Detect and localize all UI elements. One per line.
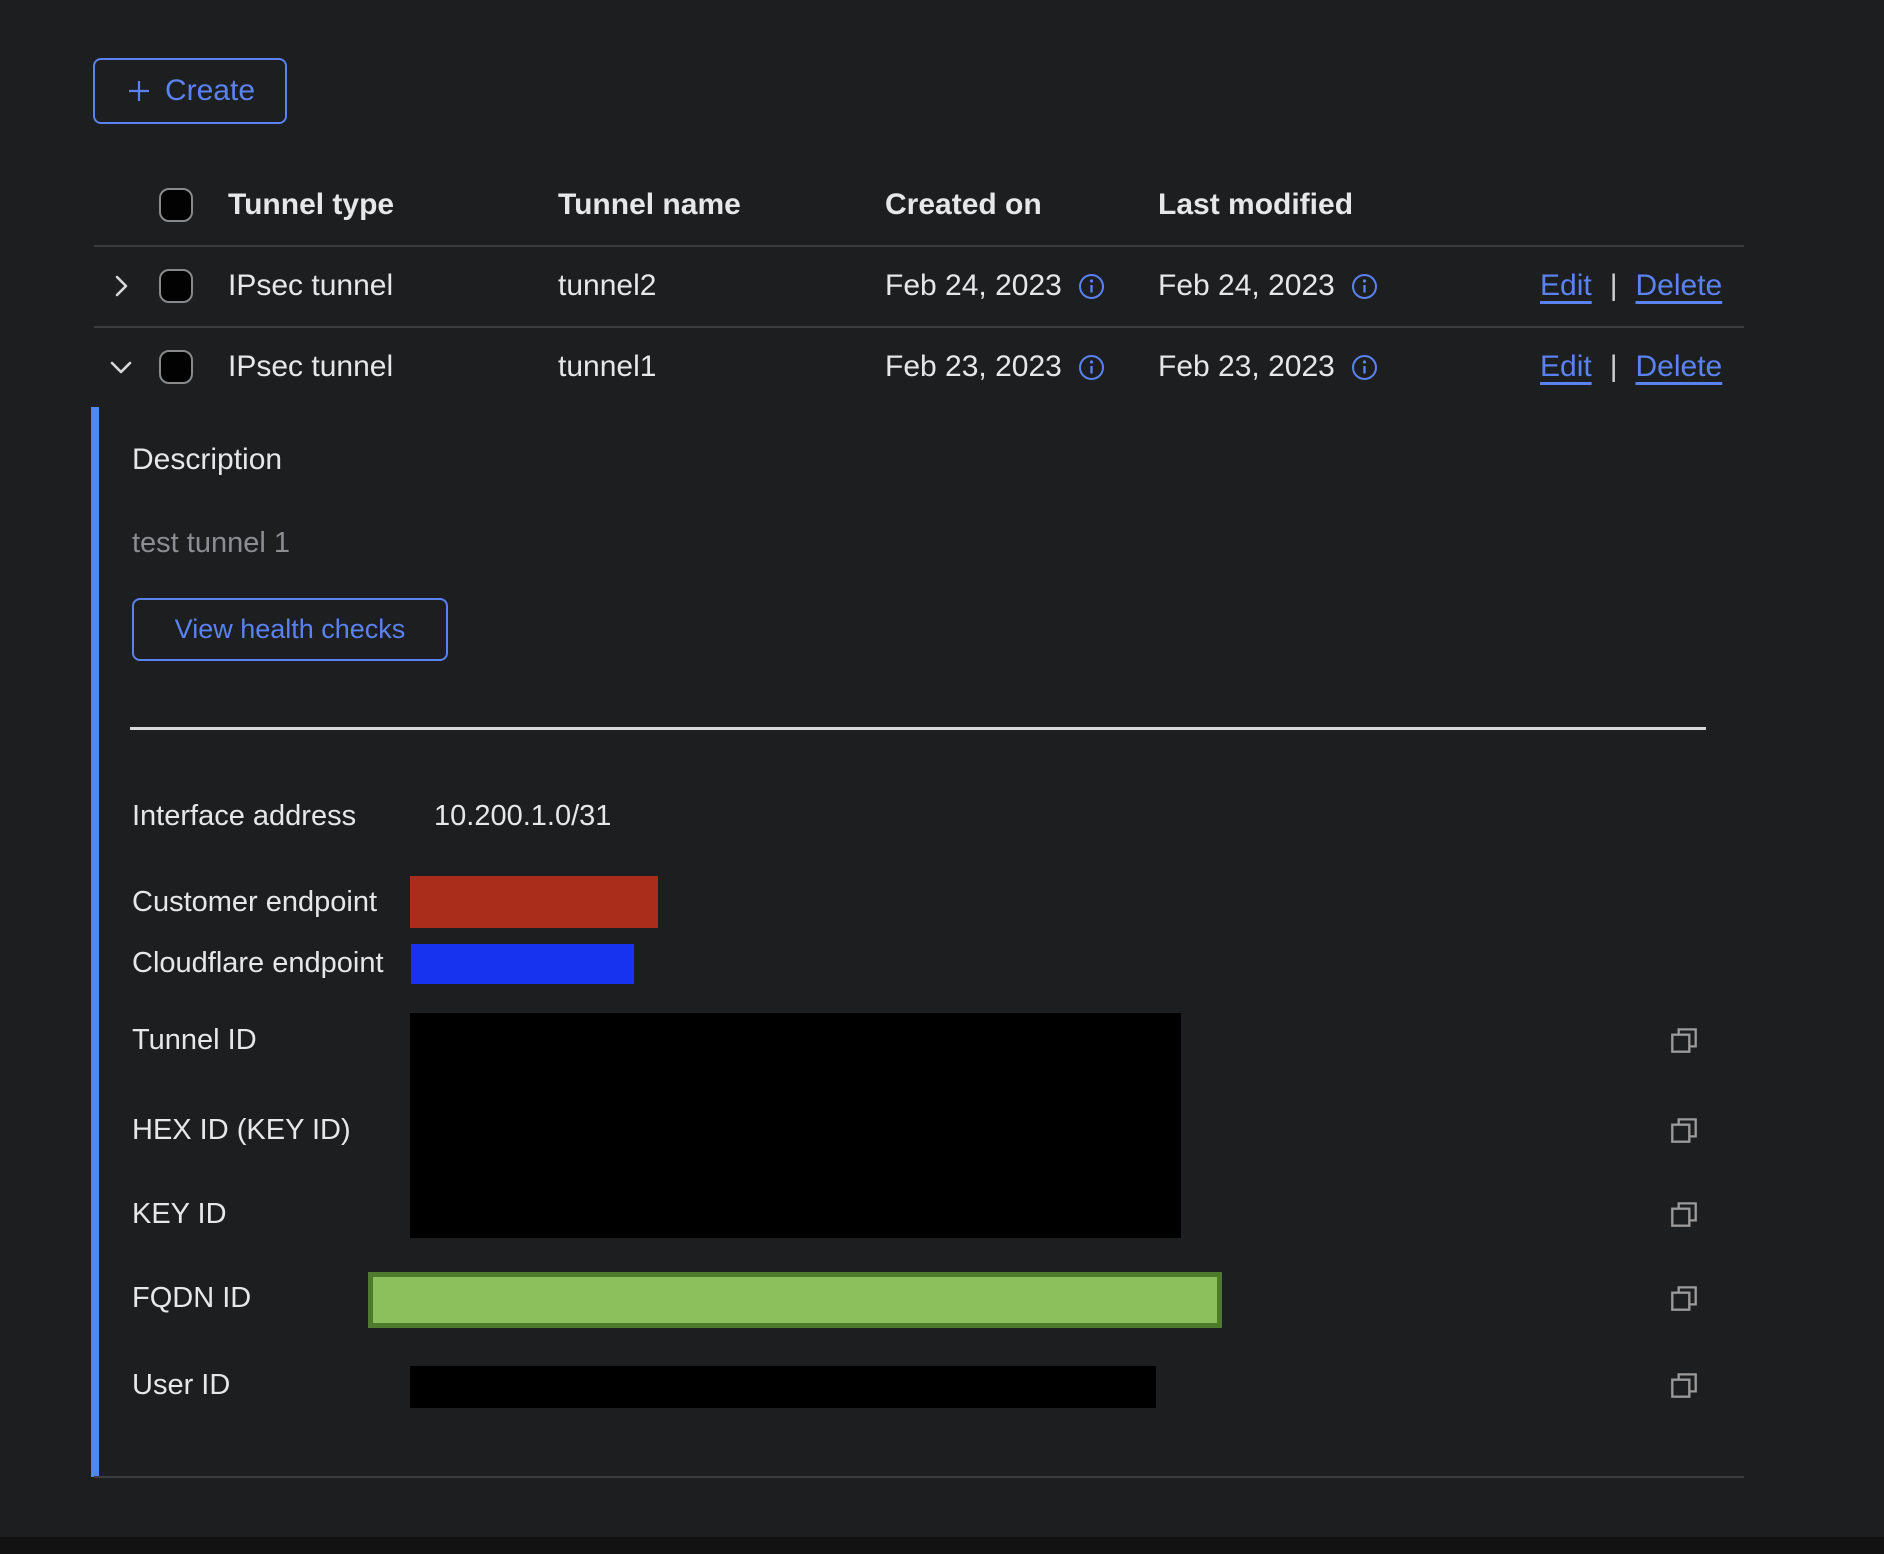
edit-link[interactable]: Edit (1540, 269, 1592, 303)
table-row: IPsec tunnel tunnel1 Feb 23, 2023 Feb 23… (94, 327, 1744, 407)
tunnels-page: Create Tunnel type Tunnel name Created o… (0, 0, 1884, 1554)
table-bottom-divider (94, 1476, 1744, 1478)
column-header-created-on: Created on (885, 165, 1042, 245)
copy-icon (1667, 1113, 1701, 1147)
create-button-label: Create (165, 74, 255, 108)
table-row: IPsec tunnel tunnel2 Feb 24, 2023 Feb 24… (94, 246, 1744, 326)
row-checkbox[interactable] (159, 350, 193, 384)
action-separator: | (1610, 350, 1618, 384)
last-modified-cell: Feb 24, 2023 (1158, 269, 1335, 303)
delete-link[interactable]: Delete (1636, 350, 1723, 384)
ids-redacted-value (410, 1013, 1181, 1238)
column-header-last-modified: Last modified (1158, 165, 1353, 245)
window-bottom-strip (0, 1537, 1884, 1554)
copy-icon (1667, 1023, 1701, 1057)
details-separator (130, 727, 1706, 730)
key-id-label: KEY ID (132, 1197, 227, 1231)
last-modified-cell: Feb 23, 2023 (1158, 350, 1335, 384)
tunnel-type-cell: IPsec tunnel (228, 327, 393, 407)
column-header-tunnel-type: Tunnel type (228, 165, 394, 245)
user-id-label: User ID (132, 1368, 230, 1402)
row-checkbox[interactable] (159, 269, 193, 303)
column-header-tunnel-name: Tunnel name (558, 165, 741, 245)
cloudflare-endpoint-redacted-value (411, 944, 634, 984)
plus-icon (125, 77, 153, 105)
tunnel-type-cell: IPsec tunnel (228, 246, 393, 326)
interface-address-value: 10.200.1.0/31 (434, 799, 611, 833)
tunnel-name-cell: tunnel2 (558, 246, 656, 326)
select-all-checkbox[interactable] (159, 188, 193, 222)
collapse-chevron-down-icon[interactable] (104, 350, 138, 384)
customer-endpoint-label: Customer endpoint (132, 885, 377, 919)
tunnel-id-label: Tunnel ID (132, 1023, 257, 1057)
expand-chevron-right-icon[interactable] (104, 269, 138, 303)
copy-fqdn-id-button[interactable] (1666, 1280, 1702, 1316)
created-on-cell: Feb 24, 2023 (885, 269, 1062, 303)
customer-endpoint-redacted-value (410, 876, 658, 928)
action-separator: | (1610, 269, 1618, 303)
tunnel-name-cell: tunnel1 (558, 327, 656, 407)
interface-address-label: Interface address (132, 799, 356, 833)
copy-icon (1667, 1197, 1701, 1231)
table-header-row: Tunnel type Tunnel name Created on Last … (94, 165, 1744, 245)
copy-hex-id-button[interactable] (1666, 1112, 1702, 1148)
info-icon[interactable] (1078, 273, 1105, 300)
info-icon[interactable] (1351, 354, 1378, 381)
fqdn-id-label: FQDN ID (132, 1281, 251, 1315)
hex-id-label: HEX ID (KEY ID) (132, 1113, 351, 1147)
view-health-checks-button[interactable]: View health checks (132, 598, 448, 661)
copy-tunnel-id-button[interactable] (1666, 1022, 1702, 1058)
info-icon[interactable] (1078, 354, 1105, 381)
copy-key-id-button[interactable] (1666, 1196, 1702, 1232)
copy-icon (1667, 1281, 1701, 1315)
info-icon[interactable] (1351, 273, 1378, 300)
description-label: Description (132, 443, 282, 477)
created-on-cell: Feb 23, 2023 (885, 350, 1062, 384)
description-value: test tunnel 1 (132, 527, 290, 560)
expanded-row-accent-bar (91, 407, 99, 1477)
edit-link[interactable]: Edit (1540, 350, 1592, 384)
cloudflare-endpoint-label: Cloudflare endpoint (132, 946, 384, 980)
copy-user-id-button[interactable] (1666, 1367, 1702, 1403)
create-button[interactable]: Create (93, 58, 287, 124)
fqdn-id-redacted-value (368, 1272, 1222, 1328)
copy-icon (1667, 1368, 1701, 1402)
user-id-redacted-value (410, 1366, 1156, 1408)
delete-link[interactable]: Delete (1636, 269, 1723, 303)
